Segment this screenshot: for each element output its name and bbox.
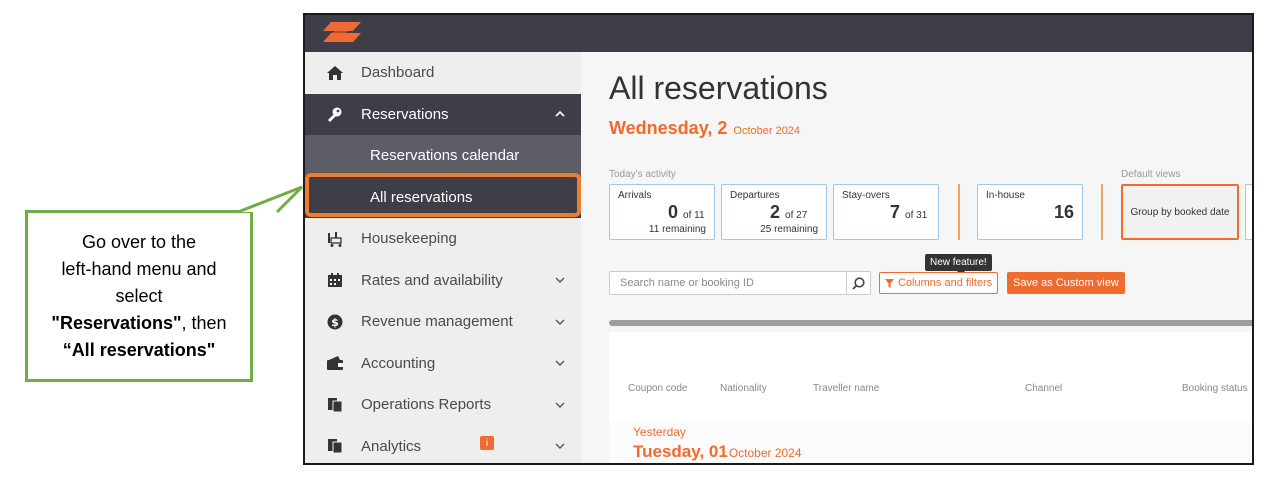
callout-pointer bbox=[237, 185, 304, 214]
